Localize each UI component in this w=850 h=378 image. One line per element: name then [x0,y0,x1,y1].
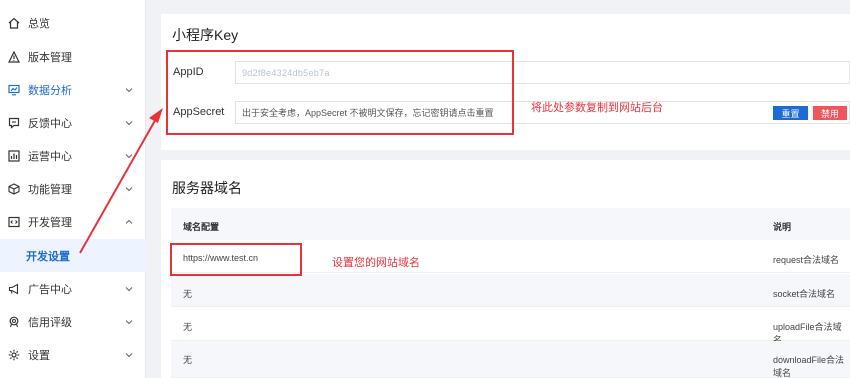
sidebar-item-ads[interactable]: 广告中心 [0,272,146,305]
sidebar-item-data-analysis[interactable]: 数据分析 [0,73,146,106]
table-row [171,341,850,378]
sidebar-item-label: 反馈中心 [28,117,72,130]
sidebar-item-label: 功能管理 [28,183,72,196]
badge-icon [8,316,20,328]
annotation-set-domain: 设置您的网站域名 [332,257,420,269]
home-icon [8,17,20,29]
sidebar-item-label: 运营中心 [28,150,72,163]
chevron-down-icon [125,153,133,158]
chevron-down-icon [125,87,133,92]
chevron-down-icon [125,120,133,125]
sidebar-item-overview[interactable]: 总览 [0,6,146,39]
table-row [171,308,850,341]
sidebar-item-features[interactable]: 功能管理 [0,172,146,205]
sidebar-item-label: 广告中心 [28,283,72,296]
annotation-copy-params: 将此处参数复制到网站后台 [531,102,663,114]
domain-value: 无 [183,355,193,365]
domain-description: request合法域名 [773,255,840,265]
monitor-chart-icon [8,84,20,96]
warning-triangle-icon [8,50,20,63]
sidebar-item-feedback[interactable]: 反馈中心 [0,106,146,139]
sidebar-item-operations[interactable]: 运营中心 [0,139,146,172]
bar-chart-icon [8,149,20,162]
sidebar-item-label: 开发管理 [28,216,72,229]
sidebar-item-dev-management[interactable]: 开发管理 [0,205,146,238]
server-domain-title: 服务器域名 [172,180,242,196]
sidebar-item-settings[interactable]: 设置 [0,338,146,371]
app-key-title: 小程序Key [172,27,239,43]
table-header [171,208,850,240]
gear-icon [8,349,20,361]
sidebar-item-version[interactable]: 版本管理 [0,40,146,73]
annotation-box-key [166,50,514,135]
sidebar-item-label: 信用评级 [28,316,72,329]
chevron-down-icon [125,286,133,291]
chevron-down-icon [125,319,133,324]
chevron-down-icon [125,352,133,357]
feedback-icon [8,117,20,129]
column-header-description: 说明 [773,222,792,232]
sidebar-subitem-label: 开发设置 [26,250,70,263]
code-icon [8,216,20,228]
domain-value: 无 [183,289,193,299]
sidebar-item-label: 设置 [28,349,50,362]
cube-icon [8,182,20,195]
sidebar-item-credit-rating[interactable]: 信用评级 [0,305,146,338]
chevron-up-icon [125,219,133,224]
sidebar-item-label: 版本管理 [28,51,72,64]
sidebar-subitem-dev-settings[interactable]: 开发设置 [0,239,146,272]
annotation-box-domain [170,243,302,276]
chevron-down-icon [125,186,133,191]
megaphone-icon [8,283,20,295]
sidebar: 总览 版本管理 数据分析 反馈中心 运营中心 功能管理 开发管理 开发设置 广告… [0,0,146,378]
column-header-domain: 域名配置 [183,222,220,232]
domain-value: 无 [183,322,193,332]
sidebar-item-label: 总览 [28,17,50,30]
domain-description: socket合法域名 [773,289,836,299]
domain-description: downloadFile合法域名 [773,355,845,378]
reset-button[interactable]: 重置 [773,106,808,120]
disable-button[interactable]: 禁用 [813,106,847,120]
table-row [171,274,850,307]
sidebar-item-label: 数据分析 [28,84,72,97]
